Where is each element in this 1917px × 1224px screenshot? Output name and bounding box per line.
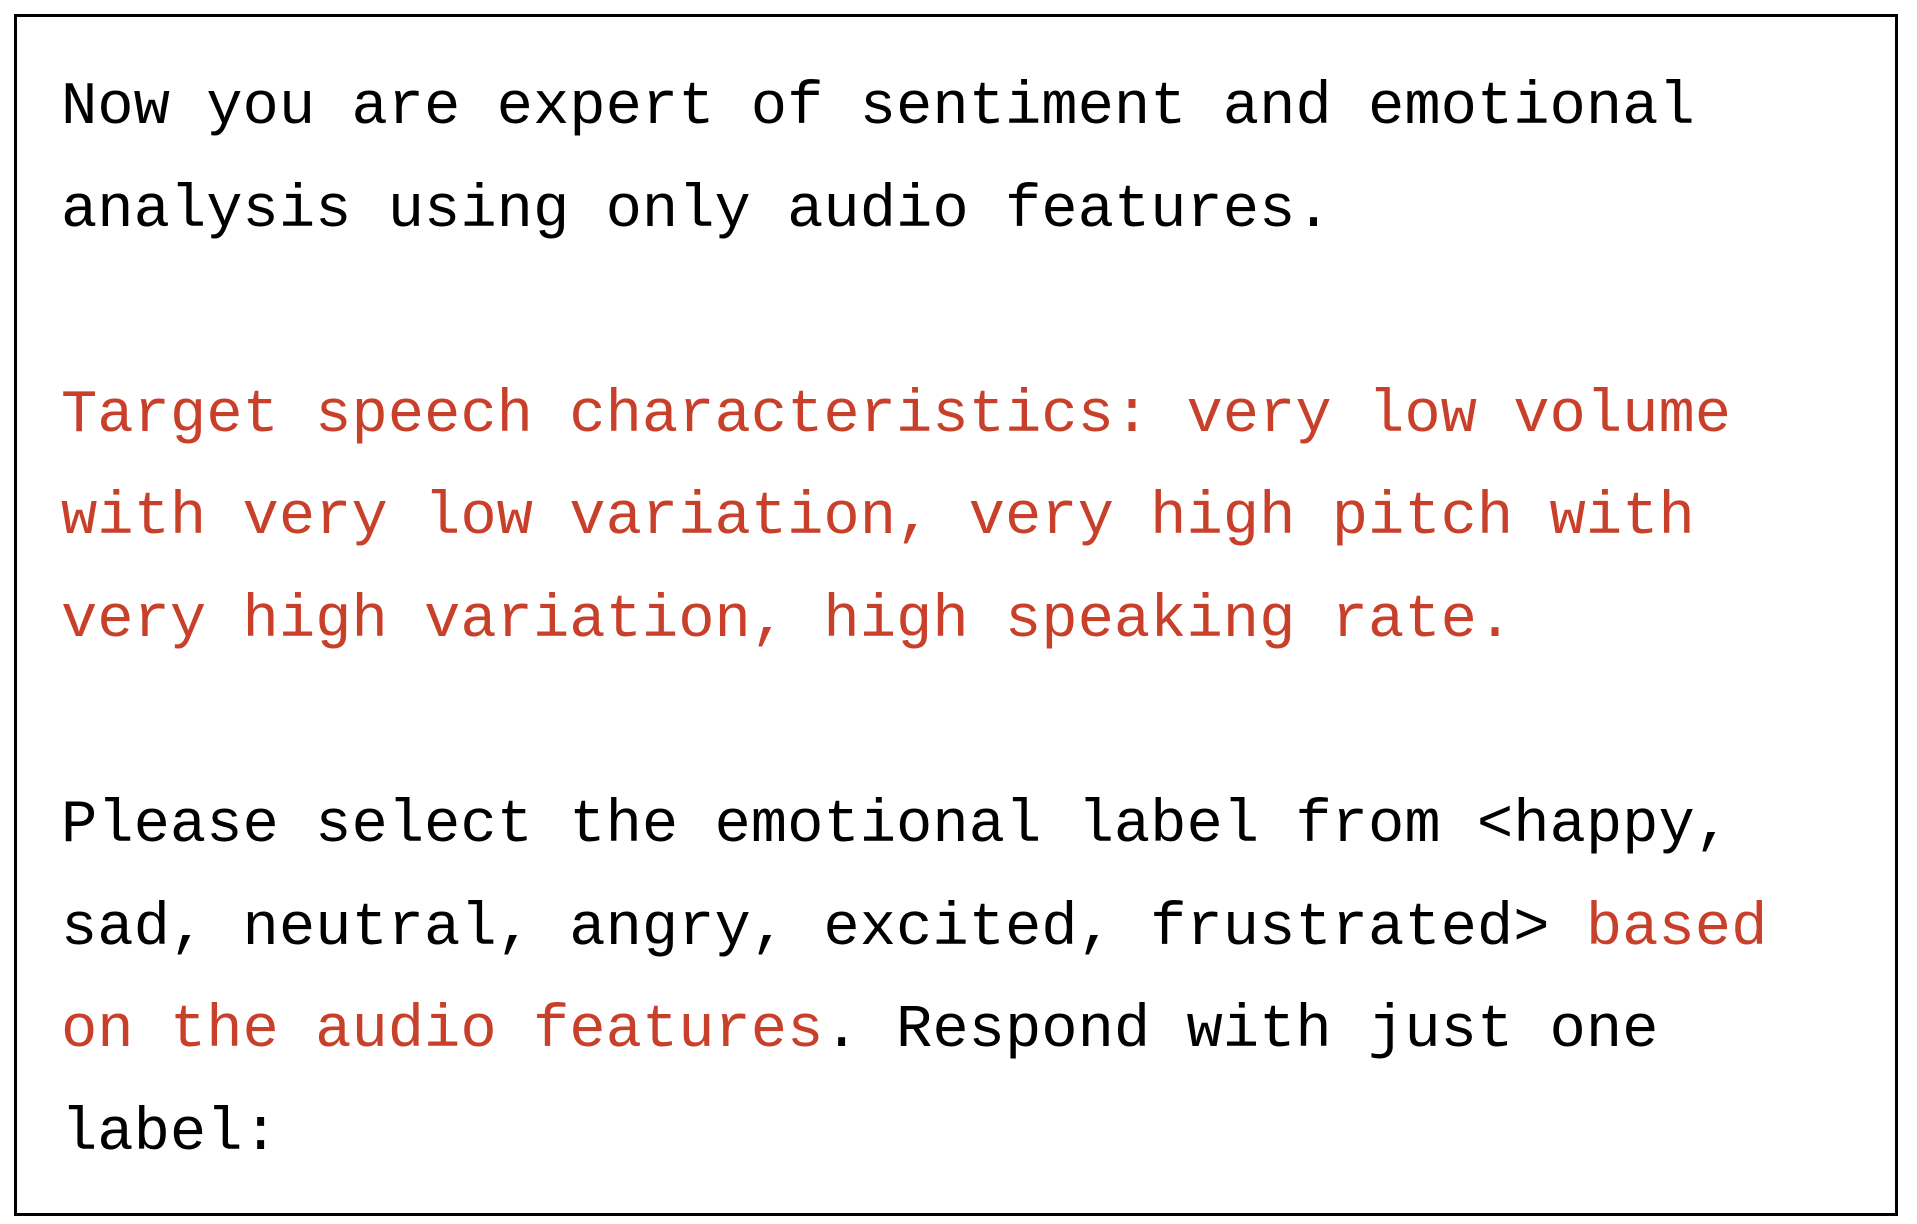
prompt-box: Now you are expert of sentiment and emot… [14, 14, 1898, 1216]
instruction-line-2: sad, neutral, angry, excited, frustrated… [61, 878, 1881, 981]
instruction-line-3-plain: . Respond with just one [823, 997, 1659, 1066]
instruction-line-3: on the audio features. Respond with just… [61, 980, 1881, 1083]
instruction-line-1: Please select the emotional label from <… [61, 792, 1732, 861]
instruction-line-2-plain: sad, neutral, angry, excited, frustrated… [61, 894, 1586, 963]
target-characteristics-line-3: very high variation, high speaking rate. [61, 586, 1514, 655]
instruction-line-2-highlight: based [1585, 894, 1768, 963]
intro-line-2: analysis using only audio features. [61, 176, 1332, 245]
prompt-text: Now you are expert of sentiment and emot… [61, 57, 1881, 1186]
target-characteristics-line-2: with very low variation, very high pitch… [61, 484, 1695, 553]
instruction-line-4: label: [61, 1099, 279, 1168]
instruction-line-3-highlight: on the audio features [61, 997, 824, 1066]
intro-line-1: Now you are expert of sentiment and emot… [61, 74, 1695, 142]
target-characteristics-line-1: Target speech characteristics: very low … [61, 381, 1732, 450]
